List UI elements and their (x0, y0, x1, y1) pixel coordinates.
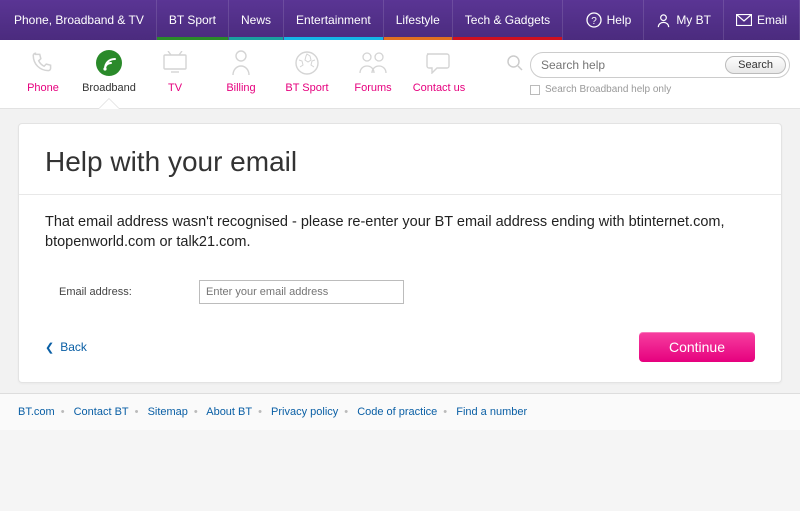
nav-help[interactable]: ? Help (574, 0, 645, 40)
error-message: That email address wasn't recognised - p… (45, 213, 755, 252)
email-input[interactable] (199, 280, 404, 304)
secnav-label: Phone (14, 82, 72, 94)
top-nav: Phone, Broadband & TV BT Sport News Ente… (0, 0, 800, 40)
nav-mybt[interactable]: My BT (644, 0, 724, 40)
secnav-label: Billing (212, 82, 270, 94)
checkbox-icon[interactable] (530, 85, 540, 95)
divider (19, 194, 781, 195)
search-area: Search Search Broadband help only (506, 48, 790, 101)
footer: BT.com• Contact BT• Sitemap• About BT• P… (0, 393, 800, 430)
nav-news[interactable]: News (229, 0, 284, 40)
secnav-label: TV (146, 82, 204, 94)
nav-tech-gadgets[interactable]: Tech & Gadgets (453, 0, 563, 40)
nav-email[interactable]: Email (724, 0, 800, 40)
svg-text:?: ? (591, 16, 597, 27)
footer-link[interactable]: Contact BT (74, 406, 129, 418)
chevron-left-icon: ❮ (45, 341, 54, 354)
nav-entertainment[interactable]: Entertainment (284, 0, 384, 40)
help-icon: ? (586, 12, 602, 28)
footer-link[interactable]: Sitemap (148, 406, 188, 418)
billing-icon (212, 48, 270, 78)
nav-phone-broadband-tv[interactable]: Phone, Broadband & TV (0, 0, 157, 40)
secnav-phone[interactable]: Phone (14, 48, 72, 108)
contact-icon (410, 48, 468, 78)
person-icon (656, 13, 671, 28)
email-icon (736, 14, 752, 26)
nav-bt-sport[interactable]: BT Sport (157, 0, 229, 40)
secnav-label: Broadband (80, 82, 138, 94)
footer-link[interactable]: Code of practice (357, 406, 437, 418)
search-broadband-only[interactable]: Search Broadband help only (530, 84, 790, 95)
secnav-label: Contact us (410, 82, 468, 94)
nav-lifestyle[interactable]: Lifestyle (384, 0, 453, 40)
search-input[interactable] (541, 58, 725, 72)
continue-button[interactable]: Continue (639, 332, 755, 362)
broadband-icon (80, 48, 138, 78)
search-icon (506, 54, 524, 77)
forums-icon (344, 48, 402, 78)
secnav-billing[interactable]: Billing (212, 48, 270, 108)
search-button[interactable]: Search (725, 56, 786, 74)
email-label: Email address: (59, 286, 199, 298)
footer-link[interactable]: BT.com (18, 406, 55, 418)
phone-icon (14, 48, 72, 78)
page-body: Help with your email That email address … (0, 109, 800, 393)
search-box: Search (530, 52, 790, 78)
footer-link[interactable]: Find a number (456, 406, 527, 418)
secnav-forums[interactable]: Forums (344, 48, 402, 108)
secondary-nav: Phone Broadband TV Billing BT Sport Foru… (0, 40, 800, 109)
footer-link[interactable]: Privacy policy (271, 406, 338, 418)
secnav-broadband[interactable]: Broadband (80, 48, 138, 108)
footer-link[interactable]: About BT (206, 406, 252, 418)
help-card: Help with your email That email address … (18, 123, 782, 383)
secnav-label: BT Sport (278, 82, 336, 94)
secnav-btsport[interactable]: BT Sport (278, 48, 336, 108)
secnav-tv[interactable]: TV (146, 48, 204, 108)
back-link[interactable]: ❮ Back (45, 340, 87, 354)
secnav-contact[interactable]: Contact us (410, 48, 468, 108)
email-field-row: Email address: (59, 280, 755, 304)
secnav-label: Forums (344, 82, 402, 94)
tv-icon (146, 48, 204, 78)
page-title: Help with your email (45, 146, 755, 178)
btsport-icon (278, 48, 336, 78)
